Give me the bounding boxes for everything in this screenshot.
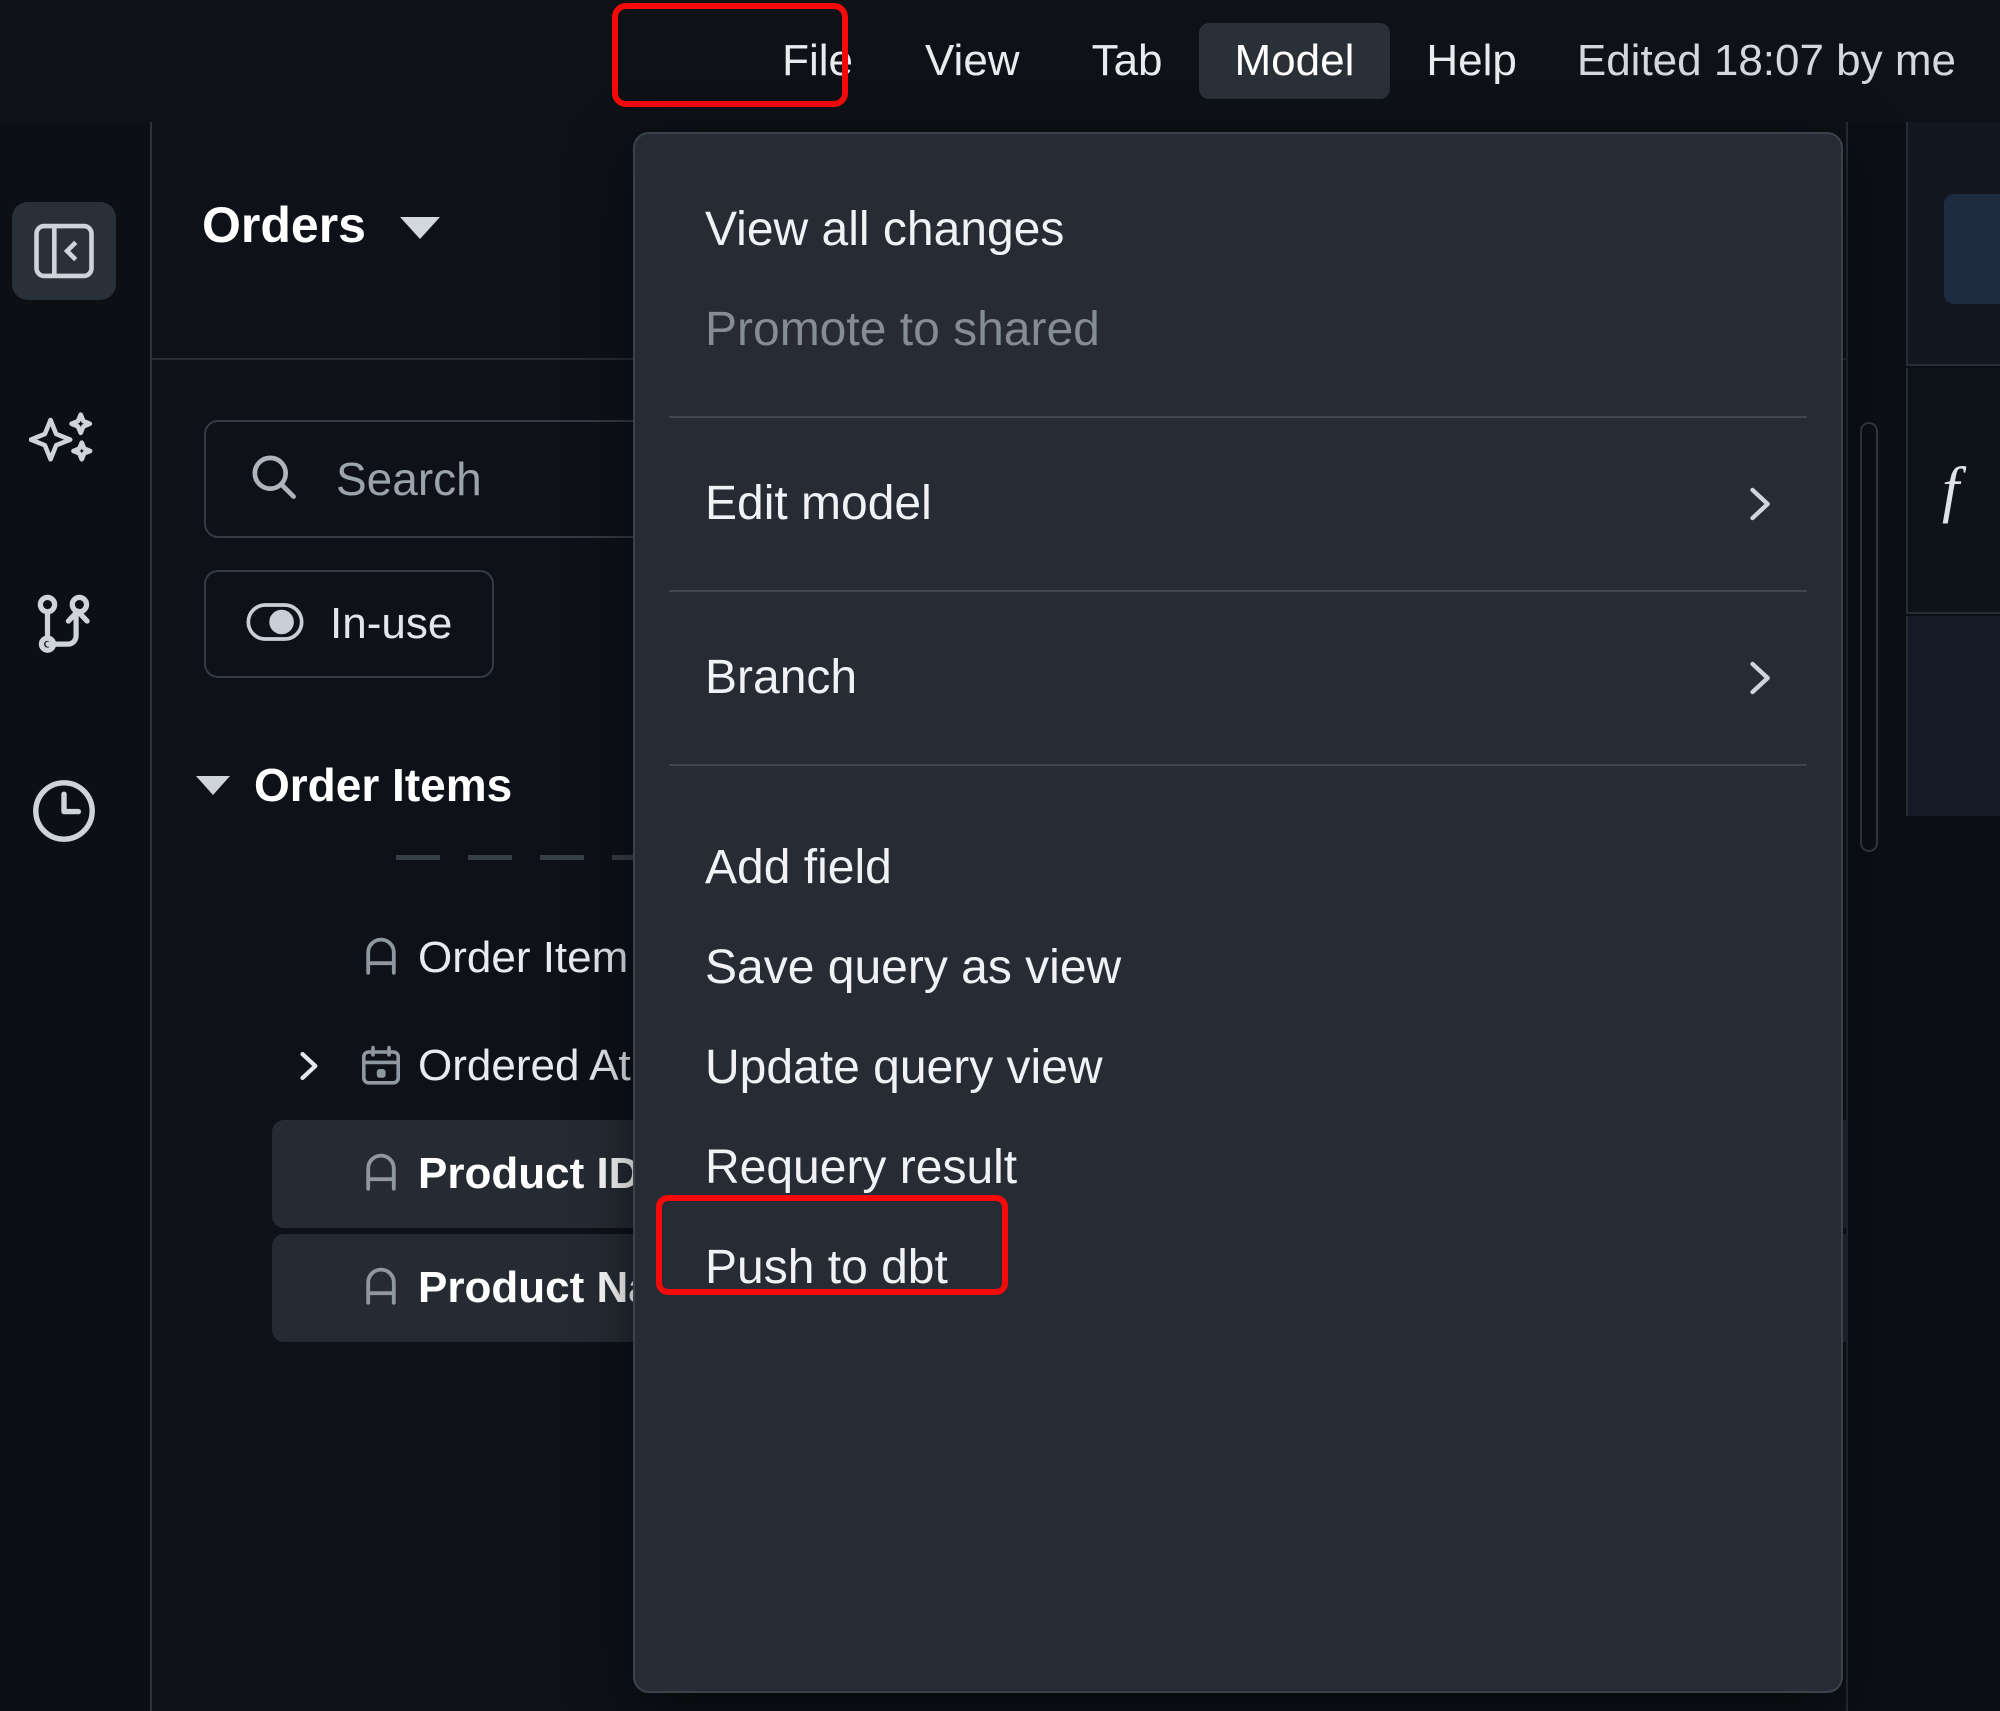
field-name: Product ID: [418, 1149, 641, 1198]
chevron-down-icon: [399, 217, 440, 239]
formula-column-strip: f: [1846, 122, 2000, 1711]
menu-top-padding: [635, 134, 1841, 180]
model-dropdown-menu: View all changes Promote to shared Edit …: [633, 132, 1843, 1693]
strip-cell-bottom: [1906, 616, 2000, 816]
menu-item-label: Promote to shared: [705, 303, 1100, 356]
chevron-right-icon: [1733, 652, 1785, 704]
menu-spacer: [635, 728, 1841, 764]
strip-cell-formula: f: [1906, 368, 2000, 614]
text-type-icon: [344, 1264, 418, 1312]
strip-border: f: [1846, 122, 2000, 1711]
menu-item-label: Save query as view: [705, 941, 1122, 994]
menu-model[interactable]: Model: [1198, 23, 1391, 99]
left-icon-rail: [0, 122, 150, 1711]
menu-bar-items: File View Tab Model Help Edited 18:07 by…: [746, 23, 2000, 99]
menu-item-edit-model[interactable]: Edit model: [635, 454, 1841, 554]
field-name: Ordered At: [418, 1041, 631, 1090]
menu-item-label: Add field: [705, 841, 892, 894]
search-icon: [246, 449, 302, 510]
search-placeholder-text: Search: [336, 453, 482, 505]
menu-item-promote-to-shared[interactable]: Promote to shared: [635, 280, 1841, 380]
menu-spacer: [635, 766, 1841, 818]
in-use-filter-toggle[interactable]: In-use: [204, 570, 495, 678]
chevron-down-icon: [196, 775, 230, 795]
field-name: Order Item: [418, 933, 629, 982]
menu-item-save-query-as-view[interactable]: Save query as view: [635, 918, 1841, 1018]
menu-item-push-to-dbt[interactable]: Push to dbt: [635, 1218, 1841, 1318]
ai-sparkle-icon[interactable]: [12, 392, 116, 490]
page-title: Orders: [202, 197, 366, 253]
toggle-switch-icon: [246, 602, 304, 647]
menu-item-branch[interactable]: Branch: [635, 628, 1841, 728]
tree-group-label: Order Items: [254, 759, 513, 811]
menu-item-label: Update query view: [705, 1041, 1103, 1094]
menu-item-label: Branch: [705, 651, 858, 704]
text-type-icon: [344, 934, 418, 982]
menu-help[interactable]: Help: [1390, 23, 1553, 99]
in-use-label: In-use: [330, 599, 453, 648]
edited-status-text: Edited 18:07 by me: [1576, 36, 1956, 85]
vertical-scrollbar[interactable]: [1860, 422, 1878, 852]
menu-item-update-query-view[interactable]: Update query view: [635, 1018, 1841, 1118]
chevron-right-icon: [1733, 478, 1785, 530]
strip-badge: [1944, 194, 2000, 304]
history-clock-icon[interactable]: [12, 762, 116, 860]
menu-bar: File View Tab Model Help Edited 18:07 by…: [0, 0, 2000, 122]
menu-tab[interactable]: Tab: [1056, 23, 1199, 99]
menu-spacer: [635, 380, 1841, 416]
collapse-panel-icon[interactable]: [12, 202, 116, 300]
menu-spacer: [635, 554, 1841, 590]
menu-item-label: Edit model: [705, 477, 932, 530]
menu-spacer: [635, 592, 1841, 628]
menu-bottom-padding: [635, 1318, 1841, 1378]
menu-spacer: [635, 418, 1841, 454]
menu-file[interactable]: File: [746, 23, 889, 99]
menu-view[interactable]: View: [889, 23, 1056, 99]
formula-fx-icon: f: [1942, 455, 1960, 524]
menu-item-label: View all changes: [705, 203, 1065, 256]
chevron-right-icon[interactable]: [272, 1044, 344, 1088]
menu-item-view-all-changes[interactable]: View all changes: [635, 180, 1841, 280]
orders-model-selector[interactable]: Orders: [202, 200, 440, 250]
calendar-type-icon: [344, 1042, 418, 1090]
menu-item-requery-result[interactable]: Requery result: [635, 1118, 1841, 1218]
menu-item-add-field[interactable]: Add field: [635, 818, 1841, 918]
branch-icon[interactable]: [12, 577, 116, 675]
menu-item-label: Push to dbt: [705, 1241, 948, 1294]
text-type-icon: [344, 1150, 418, 1198]
strip-cell-top: [1906, 122, 2000, 366]
menu-item-label: Requery result: [705, 1141, 1018, 1194]
